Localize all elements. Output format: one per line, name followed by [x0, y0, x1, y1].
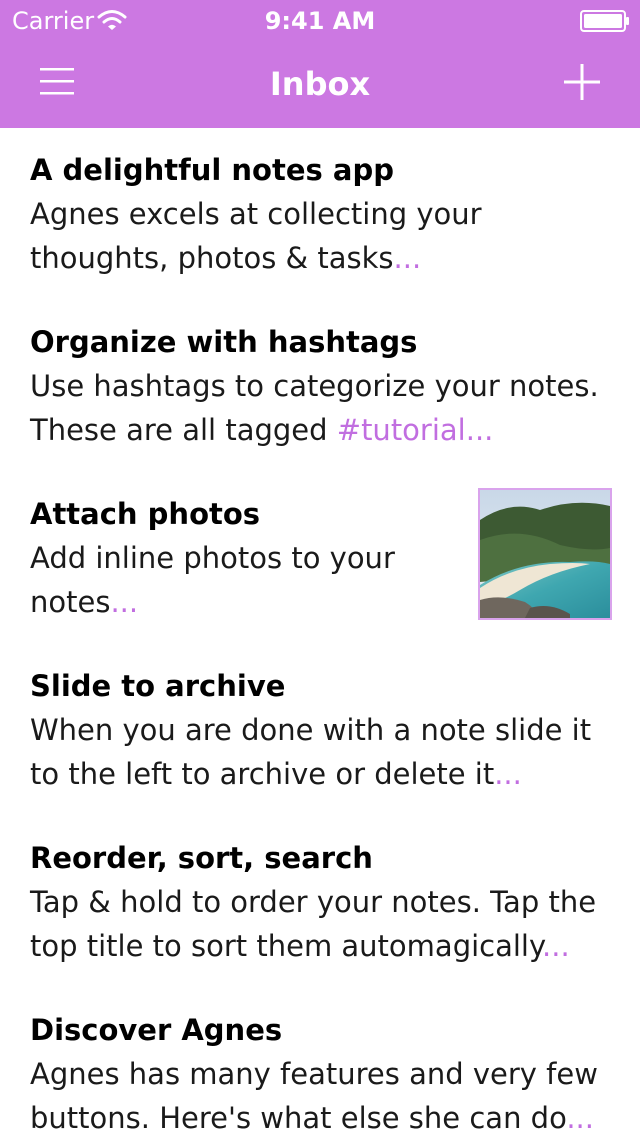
ellipsis: ... — [566, 1101, 594, 1135]
note-item[interactable]: Discover Agnes Agnes has many features a… — [30, 1008, 610, 1136]
note-preview-line: Use hashtags to categorize your notes. — [30, 369, 599, 403]
note-item[interactable]: A delightful notes app Agnes excels at c… — [30, 148, 610, 298]
note-preview: Tap & hold to order your notes. Tap the … — [30, 880, 610, 968]
note-preview-line: Add inline photos to your — [30, 541, 395, 575]
note-title: A delightful notes app — [30, 153, 394, 187]
page-title[interactable]: Inbox — [0, 64, 640, 104]
add-note-button[interactable] — [560, 60, 604, 104]
beach-photo — [480, 490, 610, 618]
note-item[interactable]: Slide to archive When you are done with … — [30, 664, 610, 814]
note-preview-line: to the left to archive or delete it — [30, 757, 495, 791]
navigation-header: Carrier 9:41 AM Inbox — [0, 0, 640, 128]
note-preview-line: These are all tagged — [30, 413, 337, 447]
status-clock: 9:41 AM — [264, 7, 376, 35]
note-item[interactable]: Organize with hashtags Use hashtags to c… — [30, 320, 610, 470]
note-preview: Add inline photos to your notes... — [30, 536, 450, 624]
plus-icon — [564, 64, 600, 100]
ellipsis: ... — [542, 929, 570, 963]
note-list[interactable]: A delightful notes app Agnes excels at c… — [0, 128, 640, 1136]
note-preview-line: thoughts, photos & tasks — [30, 241, 394, 275]
note-preview: Agnes has many features and very few but… — [30, 1052, 610, 1136]
ellipsis: ... — [110, 585, 139, 619]
note-item[interactable]: Reorder, sort, search Tap & hold to orde… — [30, 836, 610, 986]
note-item[interactable]: Attach photos Add inline photos to your … — [30, 488, 612, 642]
note-title: Reorder, sort, search — [30, 841, 373, 875]
ellipsis: ... — [494, 757, 522, 791]
note-preview-line: Agnes has many features and very few — [30, 1057, 598, 1091]
note-preview-line: Agnes excels at collecting your — [30, 197, 482, 231]
battery-icon — [580, 10, 629, 32]
note-title: Slide to archive — [30, 669, 286, 703]
note-preview: Agnes excels at collecting your thoughts… — [30, 192, 610, 280]
note-preview-line: When you are done with a note slide it — [30, 713, 592, 747]
note-preview-line: notes — [30, 585, 111, 619]
note-preview-line: top title to sort them automagically — [30, 929, 543, 963]
note-preview-line: Tap & hold to order your notes. Tap the — [30, 885, 597, 919]
note-preview: When you are done with a note slide it t… — [30, 708, 610, 796]
note-title: Discover Agnes — [30, 1013, 283, 1047]
note-preview-line: buttons. Here's what else she can do — [30, 1101, 567, 1135]
status-bar: Carrier 9:41 AM — [0, 0, 640, 40]
photo-thumbnail[interactable] — [478, 488, 612, 620]
note-title: Organize with hashtags — [30, 325, 418, 359]
hashtag-link[interactable]: #tutorial — [337, 413, 466, 447]
ellipsis: ... — [465, 413, 494, 447]
ellipsis: ... — [393, 241, 422, 275]
note-preview: Use hashtags to categorize your notes. T… — [30, 364, 610, 452]
